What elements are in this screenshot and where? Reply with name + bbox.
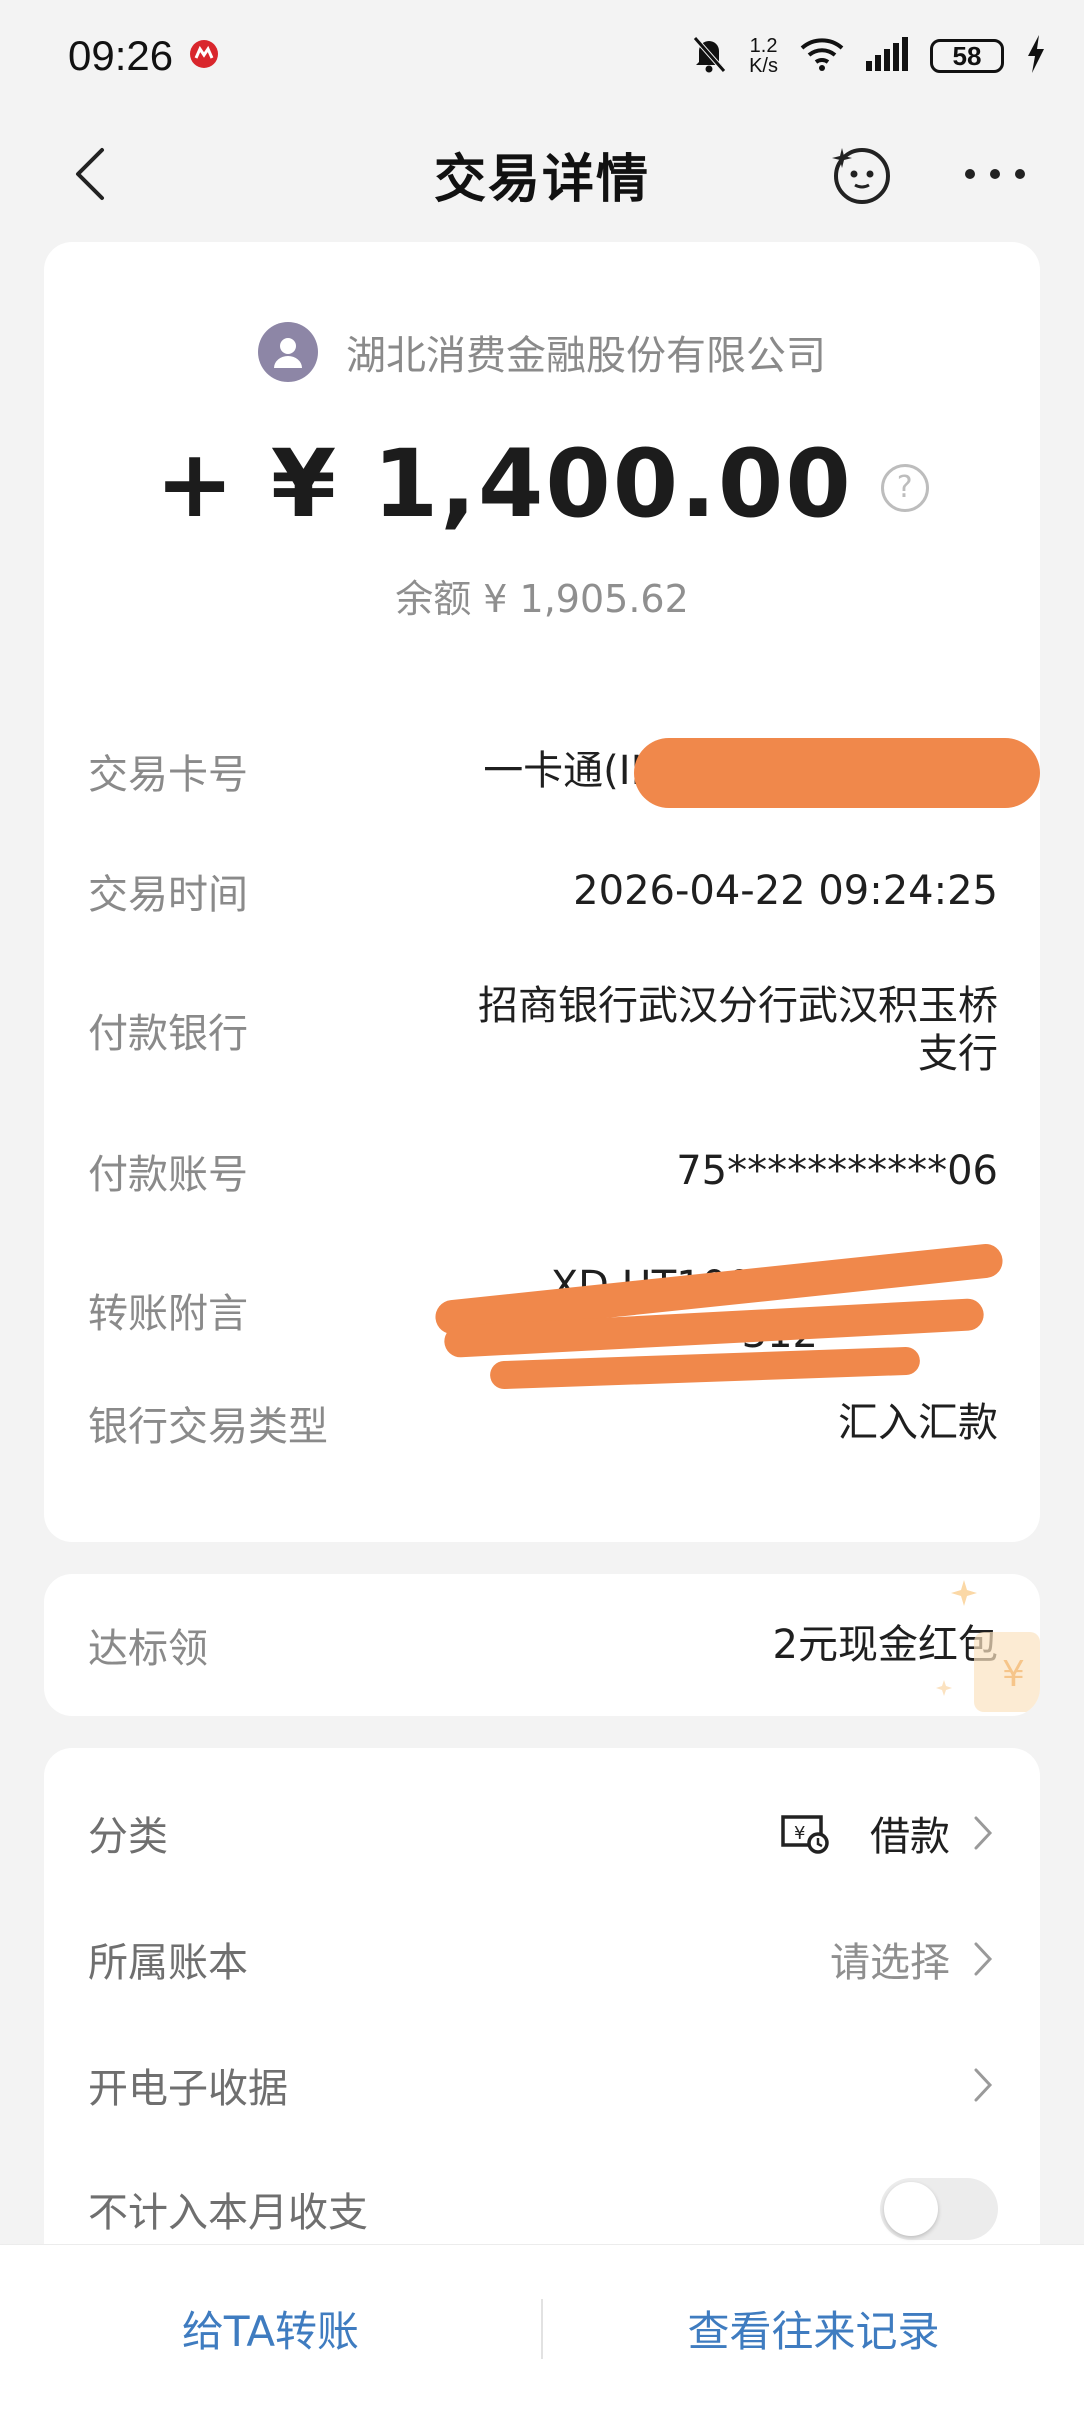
exclude-toggle[interactable] [880, 2178, 998, 2240]
toggle-knob [884, 2182, 938, 2236]
ledger-placeholder: 请选择 [830, 1940, 950, 1986]
transaction-card: 湖北消费金融股份有限公司 + ¥ 1,400.00 ? 余额 ¥ 1,905.6… [44, 242, 1040, 1542]
avatar [258, 322, 318, 382]
promo-label: 达标领 [88, 1626, 208, 1672]
redaction-mark [634, 738, 1040, 808]
payer-row: 湖北消费金融股份有限公司 [44, 322, 1040, 382]
chevron-right-icon [968, 2065, 998, 2105]
signal-icon [866, 37, 908, 75]
transfer-button[interactable]: 给TA转账 [0, 2298, 541, 2359]
detail-row-bank: 付款银行 招商银行武汉分行武汉积玉桥 支行 [88, 982, 998, 1078]
chevron-left-icon [76, 148, 104, 200]
detail-row-time: 交易时间 2026-04-22 09:24:25 [88, 862, 998, 920]
detail-label: 付款银行 [88, 1011, 248, 1057]
receipt-label: 开电子收据 [88, 2066, 288, 2112]
svg-text:¥: ¥ [794, 1823, 805, 1844]
category-row[interactable]: 分类 ¥ 借款 [88, 1804, 998, 1862]
red-envelope-icon: ¥ [936, 1580, 1040, 1712]
svg-text:¥: ¥ [1002, 1654, 1025, 1695]
nav-bar: 交易详情 [0, 112, 1084, 236]
back-button[interactable] [62, 146, 118, 202]
chevron-right-icon [968, 1813, 998, 1853]
category-value: 借款 [870, 1814, 950, 1860]
receipt-row[interactable]: 开电子收据 [88, 2056, 998, 2114]
wifi-icon [800, 36, 844, 76]
chevron-right-icon [968, 1939, 998, 1979]
detail-label: 银行交易类型 [88, 1404, 328, 1450]
detail-row-type: 银行交易类型 汇入汇款 [88, 1394, 998, 1452]
promo-card[interactable]: 达标领 2元现金红包 ¥ [44, 1574, 1040, 1716]
battery-indicator: 58 [930, 39, 1004, 73]
ledger-row[interactable]: 所属账本 请选择 [88, 1930, 998, 1988]
transaction-amount: + ¥ 1,400.00 [155, 430, 853, 539]
status-time: 09:26 [68, 32, 174, 79]
question-icon[interactable]: ? [880, 463, 929, 512]
cmb-app-icon [189, 39, 219, 73]
page-title: 交易详情 [433, 149, 650, 210]
bell-muted-icon [691, 34, 727, 78]
assistant-button[interactable] [830, 142, 894, 206]
category-label: 分类 [88, 1814, 168, 1860]
payer-name: 湖北消费金融股份有限公司 [346, 333, 826, 379]
robot-face-icon [832, 148, 890, 204]
charging-icon [1026, 35, 1046, 77]
more-dots-icon [965, 169, 1025, 179]
person-icon [274, 338, 302, 368]
detail-value: 招商银行武汉分行武汉积玉桥 支行 [478, 983, 998, 1077]
bottom-action-bar: 给TA转账 查看往来记录 [0, 2244, 1084, 2412]
detail-value: 75***********06 [676, 1148, 998, 1194]
balance-text: 余额 ¥ 1,905.62 [395, 577, 689, 621]
detail-label: 付款账号 [88, 1152, 248, 1198]
more-button[interactable] [960, 142, 1030, 206]
ledger-label: 所属账本 [88, 1940, 248, 1986]
status-bar: 09:26 1.2 K/s 58 [0, 0, 1084, 112]
detail-value: 汇入汇款 [838, 1400, 998, 1446]
detail-label: 转账附言 [88, 1291, 248, 1337]
net-speed: 1.2 K/s [749, 35, 778, 77]
loan-category-icon: ¥ [781, 1815, 829, 1854]
detail-row-account: 付款账号 75***********06 [88, 1142, 998, 1200]
view-history-button[interactable]: 查看往来记录 [543, 2298, 1084, 2359]
exclude-row: 不计入本月收支 [88, 2178, 998, 2240]
amount-row: + ¥ 1,400.00 ? [44, 430, 1040, 539]
detail-value: 2026-04-22 09:24:25 [573, 868, 998, 914]
detail-label: 交易卡号 [88, 752, 248, 798]
detail-label: 交易时间 [88, 872, 248, 918]
promo-row: 达标领 2元现金红包 [88, 1574, 998, 1716]
exclude-label: 不计入本月收支 [88, 2190, 368, 2236]
